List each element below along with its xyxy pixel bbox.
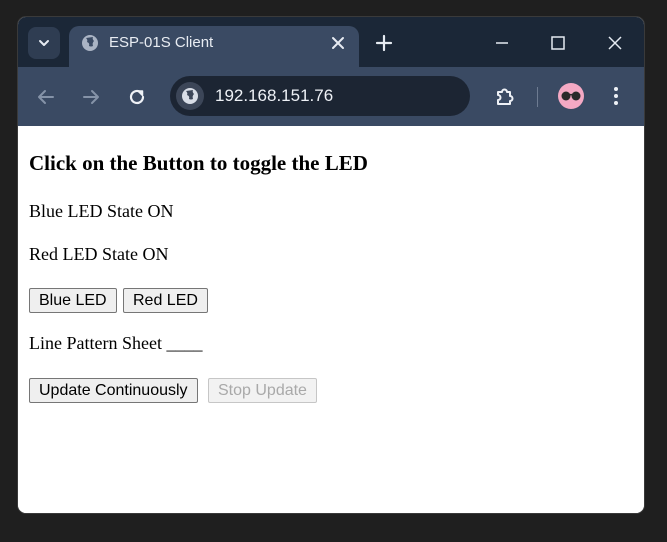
blue-led-button[interactable]: Blue LED xyxy=(29,288,117,313)
address-bar[interactable]: 192.168.151.76 xyxy=(170,76,470,116)
tab-strip: ESP-01S Client xyxy=(18,17,644,67)
extensions-puzzle-icon[interactable] xyxy=(494,85,516,107)
url-text[interactable]: 192.168.151.76 xyxy=(215,86,333,106)
close-icon[interactable] xyxy=(329,34,347,52)
globe-icon xyxy=(82,35,98,51)
back-arrow-icon[interactable] xyxy=(35,86,57,108)
chevron-down-icon xyxy=(39,40,49,46)
browser-window: ESP-01S Client 192.168.151.76 Click on t… xyxy=(18,17,644,513)
blue-led-state: Blue LED State ON xyxy=(29,201,174,221)
more-menu-icon[interactable] xyxy=(606,85,626,107)
browser-toolbar: 192.168.151.76 xyxy=(18,67,644,126)
globe-icon xyxy=(182,88,198,104)
red-led-state: Red LED State ON xyxy=(29,244,169,264)
glasses-icon xyxy=(561,91,581,101)
tab-esp01s-client[interactable]: ESP-01S Client xyxy=(69,26,359,67)
profile-avatar[interactable] xyxy=(558,83,584,109)
site-info-button[interactable] xyxy=(176,82,204,110)
reload-icon[interactable] xyxy=(126,86,148,108)
minimize-icon[interactable] xyxy=(492,33,512,53)
maximize-icon[interactable] xyxy=(548,33,568,53)
close-window-icon[interactable] xyxy=(605,33,625,53)
forward-arrow-icon[interactable] xyxy=(80,86,102,108)
stop-update-button[interactable]: Stop Update xyxy=(208,378,317,403)
update-continuously-button[interactable]: Update Continuously xyxy=(29,378,198,403)
page-heading: Click on the Button to toggle the LED xyxy=(29,151,368,175)
toolbar-separator xyxy=(537,87,538,107)
tab-search-button[interactable] xyxy=(28,27,60,59)
red-led-button[interactable]: Red LED xyxy=(123,288,208,313)
page-content: Click on the Button to toggle the LED Bl… xyxy=(18,126,644,513)
new-tab-icon[interactable] xyxy=(374,33,394,53)
tab-title: ESP-01S Client xyxy=(109,34,214,51)
line-pattern-sheet: Line Pattern Sheet ____ xyxy=(29,333,203,353)
